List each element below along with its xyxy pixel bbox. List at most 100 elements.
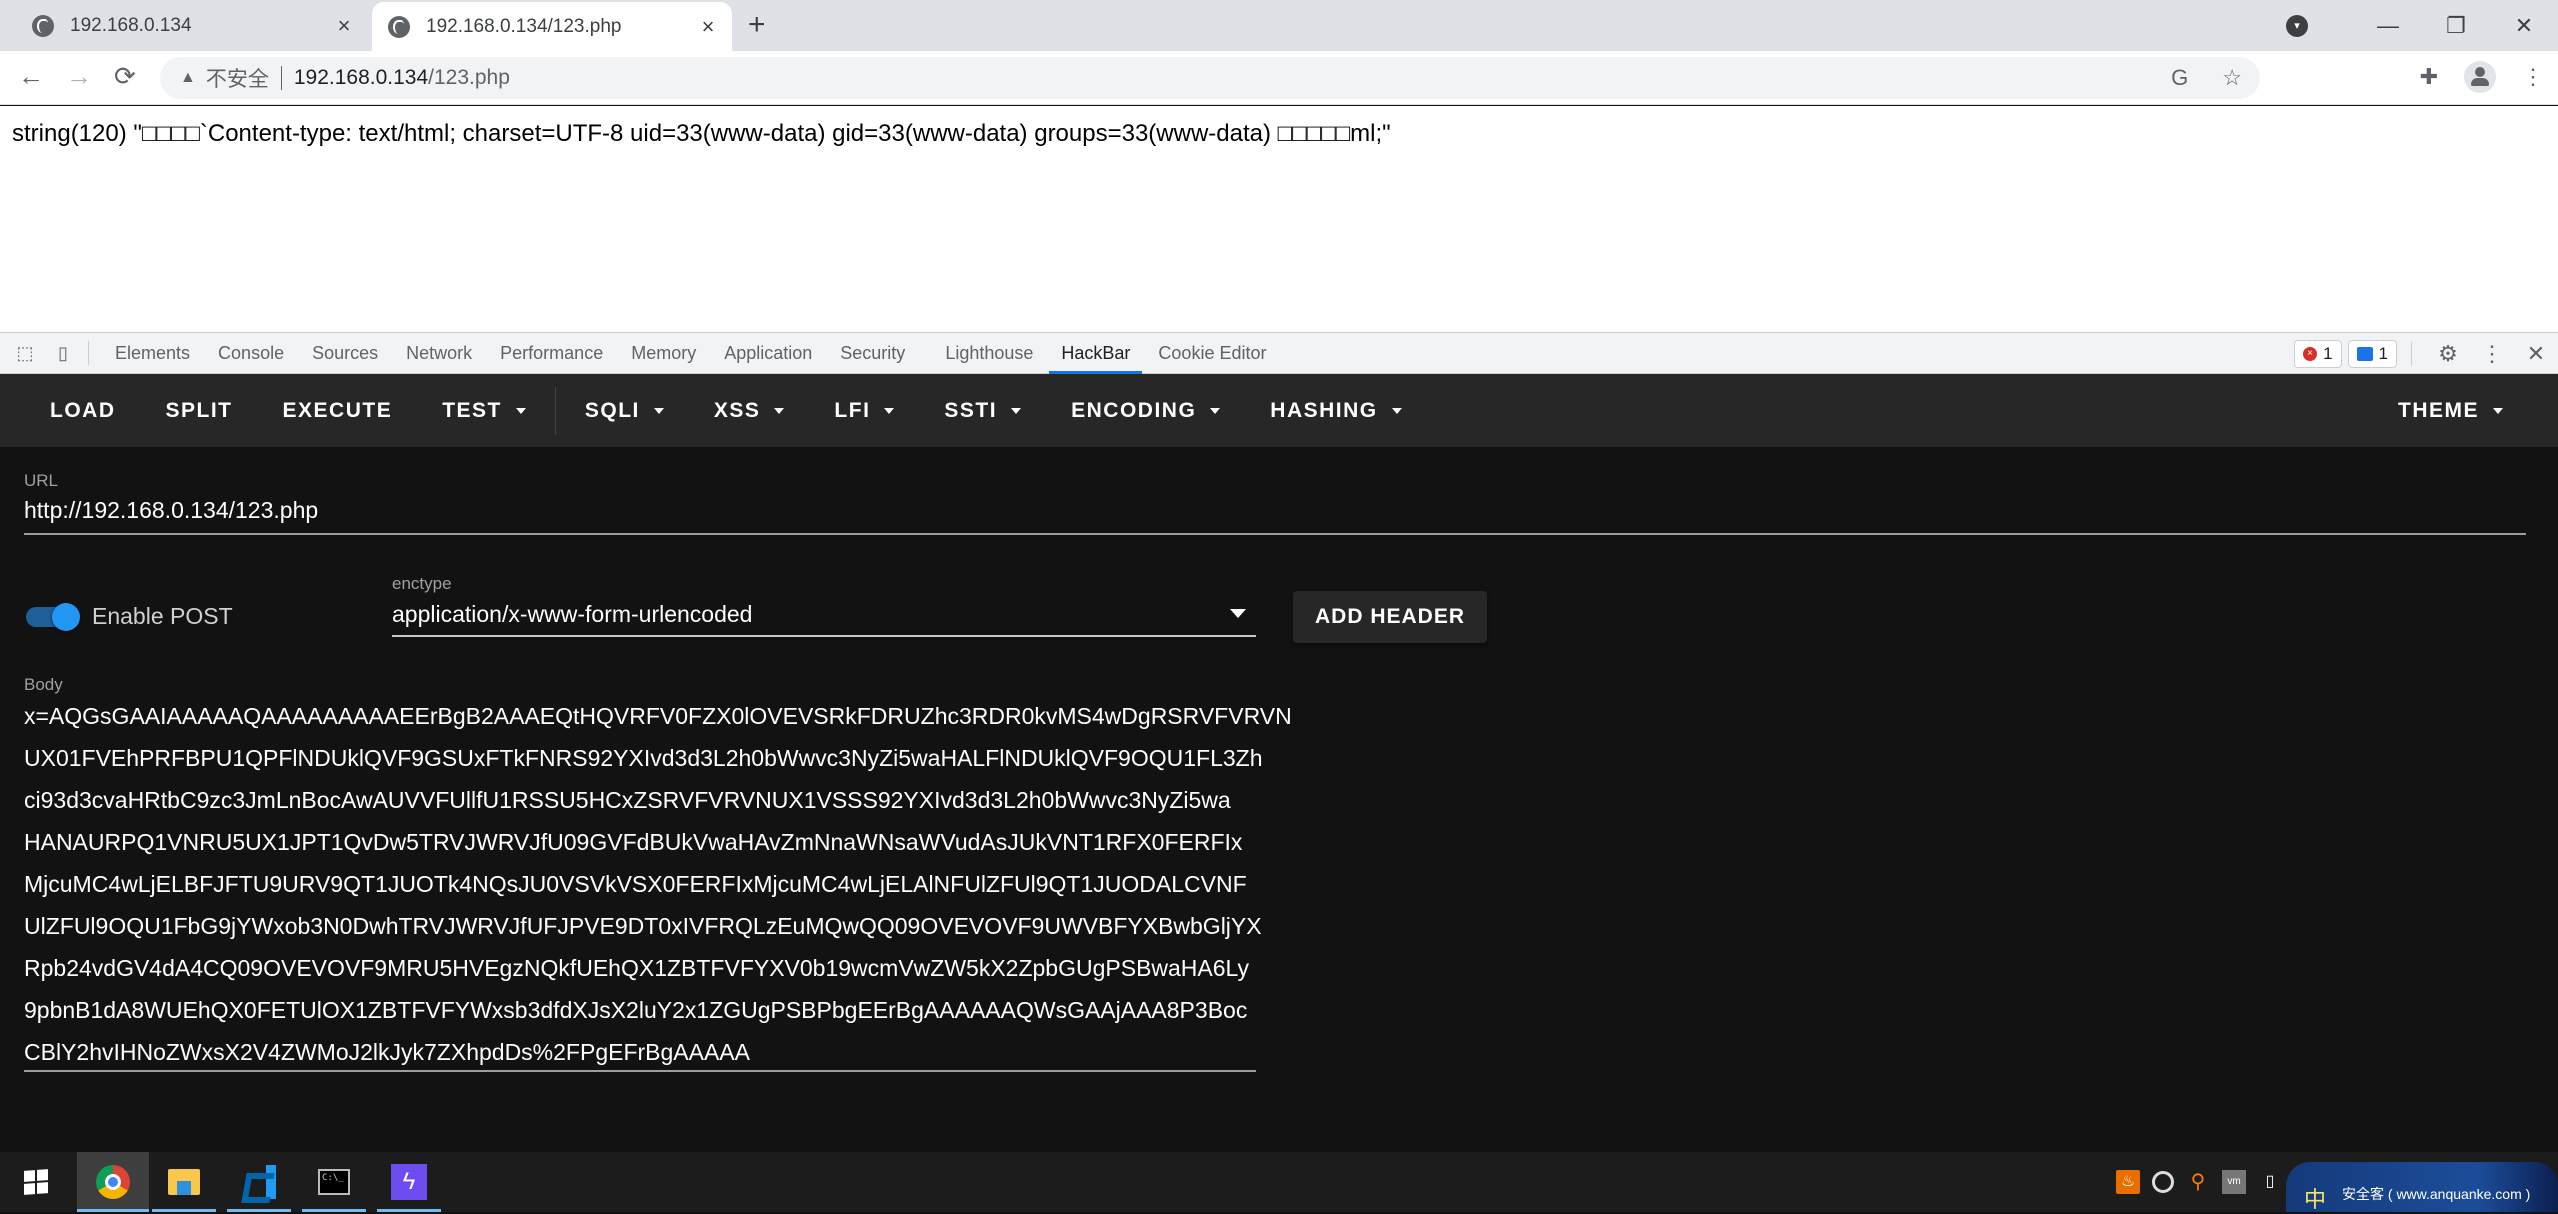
split-button[interactable]: SPLIT xyxy=(141,374,258,447)
window-close-button[interactable]: ✕ xyxy=(2490,13,2558,39)
encoding-menu-button[interactable]: ENCODING xyxy=(1046,374,1245,447)
devtools-tab-console[interactable]: Console xyxy=(204,332,298,374)
browser-menu-icon[interactable]: ⋮ xyxy=(2522,64,2544,90)
url-label: URL xyxy=(24,471,59,490)
devtools-tab-security[interactable]: Security xyxy=(826,332,919,374)
terminal-icon: C:\_ xyxy=(318,1169,350,1195)
hackbar-panel: URL http://192.168.0.134/123.php Enable … xyxy=(0,447,2558,1152)
warning-icon[interactable]: ▲ xyxy=(180,69,196,87)
security-label[interactable]: 不安全 xyxy=(206,63,269,93)
search-tool-icon[interactable]: ⚲ xyxy=(2186,1170,2210,1194)
add-header-button[interactable]: ADD HEADER xyxy=(1293,591,1487,643)
profile-avatar[interactable] xyxy=(2464,61,2496,93)
lfi-menu-button[interactable]: LFI xyxy=(809,374,919,447)
inspect-element-icon[interactable]: ⬚ xyxy=(12,343,38,364)
message-count-badge[interactable]: 1 xyxy=(2347,340,2397,368)
execute-button[interactable]: EXECUTE xyxy=(258,374,418,447)
devtools-more-icon[interactable]: ⋮ xyxy=(2470,341,2514,367)
watermark-text: 安全客 ( www.anquanke.com ) xyxy=(2342,1186,2531,1202)
test-menu-button[interactable]: TEST xyxy=(417,374,551,447)
windows-logo-icon xyxy=(24,1169,48,1195)
taskbar-chrome[interactable] xyxy=(77,1152,149,1212)
hashing-menu-button[interactable]: HASHING xyxy=(1245,374,1426,447)
extensions-puzzle-icon[interactable]: ✚ xyxy=(2420,64,2438,90)
message-icon xyxy=(2356,347,2373,361)
hashing-label: HASHING xyxy=(1270,398,1378,422)
reload-button[interactable]: ⟳ xyxy=(114,61,136,92)
body-line: UX01FVEhPRFBPU1QPFlNDUklQVF9GSUxFTkFNRS9… xyxy=(24,745,1263,771)
globe-icon xyxy=(388,15,410,38)
devtools-tab-sources[interactable]: Sources xyxy=(298,332,392,374)
theme-menu-button[interactable]: THEME xyxy=(2373,374,2528,447)
restore-button[interactable]: ❐ xyxy=(2422,13,2490,39)
new-tab-button[interactable]: + xyxy=(748,8,766,42)
devtools-tab-application[interactable]: Application xyxy=(710,332,826,374)
devtools-tab-memory[interactable]: Memory xyxy=(617,332,710,374)
ssti-menu-button[interactable]: SSTI xyxy=(919,374,1046,447)
body-textarea-underline xyxy=(24,1070,1256,1072)
caret-down-icon xyxy=(774,407,785,414)
taskbar-file-explorer[interactable] xyxy=(152,1152,216,1212)
divider xyxy=(2411,342,2412,366)
bookmark-star-icon[interactable]: ☆ xyxy=(2222,65,2242,91)
caret-down-icon xyxy=(1210,407,1221,414)
settings-gear-icon[interactable]: ⚙ xyxy=(2426,341,2470,367)
php-output-text: string(120) "□□□□`Content-type: text/htm… xyxy=(12,120,1391,147)
divider xyxy=(280,66,282,90)
caret-down-icon xyxy=(884,407,895,414)
xss-menu-button[interactable]: XSS xyxy=(689,374,810,447)
translate-icon[interactable]: G xyxy=(2171,65,2188,91)
java-icon[interactable]: ♨ xyxy=(2116,1170,2140,1194)
devtools-tab-performance[interactable]: Performance xyxy=(486,332,617,374)
sqli-label: SQLI xyxy=(584,398,640,422)
address-bar[interactable]: ▲ 不安全 192.168.0.134/123.php G ☆ xyxy=(160,57,2260,99)
usb-icon[interactable]: ▯ xyxy=(2258,1170,2282,1194)
minimize-button[interactable]: — xyxy=(2354,13,2422,39)
taskbar-vscode[interactable] xyxy=(227,1152,291,1212)
folder-icon xyxy=(168,1169,200,1195)
error-count-badge[interactable]: × 1 xyxy=(2294,340,2342,368)
caret-down-icon xyxy=(2493,407,2503,414)
load-label: LOAD xyxy=(50,398,116,422)
body-textarea[interactable]: x=AQGsGAAIAAAAAQAAAAAAAAAEErBgB2AAAEQtHQ… xyxy=(24,695,1292,1073)
caret-down-icon xyxy=(1391,407,1402,414)
ime-mode-indicator[interactable]: 中 xyxy=(2304,1182,2326,1214)
devtools-tab-elements[interactable]: Elements xyxy=(101,332,204,374)
close-tab-icon[interactable]: × xyxy=(694,14,722,40)
enable-post-label[interactable]: Enable POST xyxy=(92,603,233,630)
start-button[interactable] xyxy=(0,1152,72,1212)
enable-post-toggle[interactable] xyxy=(26,603,84,631)
devtools-tab-cookie-editor[interactable]: Cookie Editor xyxy=(1144,332,1280,374)
close-tab-icon[interactable]: × xyxy=(330,13,358,39)
vmware-icon[interactable]: vm xyxy=(2222,1170,2246,1194)
devtools-tab-lighthouse[interactable]: Lighthouse xyxy=(931,332,1047,374)
url-host[interactable]: 192.168.0.134 xyxy=(294,66,428,90)
test-label: TEST xyxy=(442,398,502,422)
sqli-menu-button[interactable]: SQLI xyxy=(560,374,689,447)
devtools-tab-network[interactable]: Network xyxy=(392,332,486,374)
browser-tab[interactable]: 192.168.0.134 × xyxy=(16,0,368,51)
taskbar-cmd[interactable]: C:\_ xyxy=(302,1152,366,1212)
circle-app-icon[interactable] xyxy=(2152,1171,2174,1193)
browser-tab-active[interactable]: 192.168.0.134/123.php × xyxy=(372,2,732,51)
divider xyxy=(88,341,89,365)
load-button[interactable]: LOAD xyxy=(25,374,141,447)
browser-toolbar: ← → ⟳ ▲ 不安全 192.168.0.134/123.php G ☆ ✚ … xyxy=(0,51,2558,105)
devtools-tab-hackbar[interactable]: HackBar xyxy=(1047,332,1144,374)
url-path[interactable]: /123.php xyxy=(428,66,510,90)
insomnia-icon: ϟ xyxy=(391,1164,427,1200)
ssti-label: SSTI xyxy=(944,398,998,422)
tab-search-icon[interactable]: ▾ xyxy=(2286,14,2308,37)
forward-button[interactable]: → xyxy=(66,61,92,92)
windows-taskbar: C:\_ ϟ ♨ ⚲ vm ▯ xyxy=(0,1152,2558,1212)
enctype-select[interactable]: application/x-www-form-urlencoded xyxy=(392,601,1256,637)
back-button[interactable]: ← xyxy=(18,61,44,92)
execute-label: EXECUTE xyxy=(282,398,393,422)
page-content: string(120) "□□□□`Content-type: text/htm… xyxy=(0,106,2558,332)
body-line: UlZFUl9OQU1FbG9jYWxob3N0DwhTRVJWRVJfUFJP… xyxy=(24,913,1262,939)
device-toolbar-icon[interactable]: ▯ xyxy=(50,343,76,364)
devtools-close-icon[interactable]: ✕ xyxy=(2514,341,2558,367)
url-input[interactable]: http://192.168.0.134/123.php xyxy=(24,497,318,524)
ime-status-widget[interactable]: 中 安全客 ( www.anquanke.com ) xyxy=(2286,1162,2558,1212)
taskbar-insomnia[interactable]: ϟ xyxy=(377,1152,441,1212)
